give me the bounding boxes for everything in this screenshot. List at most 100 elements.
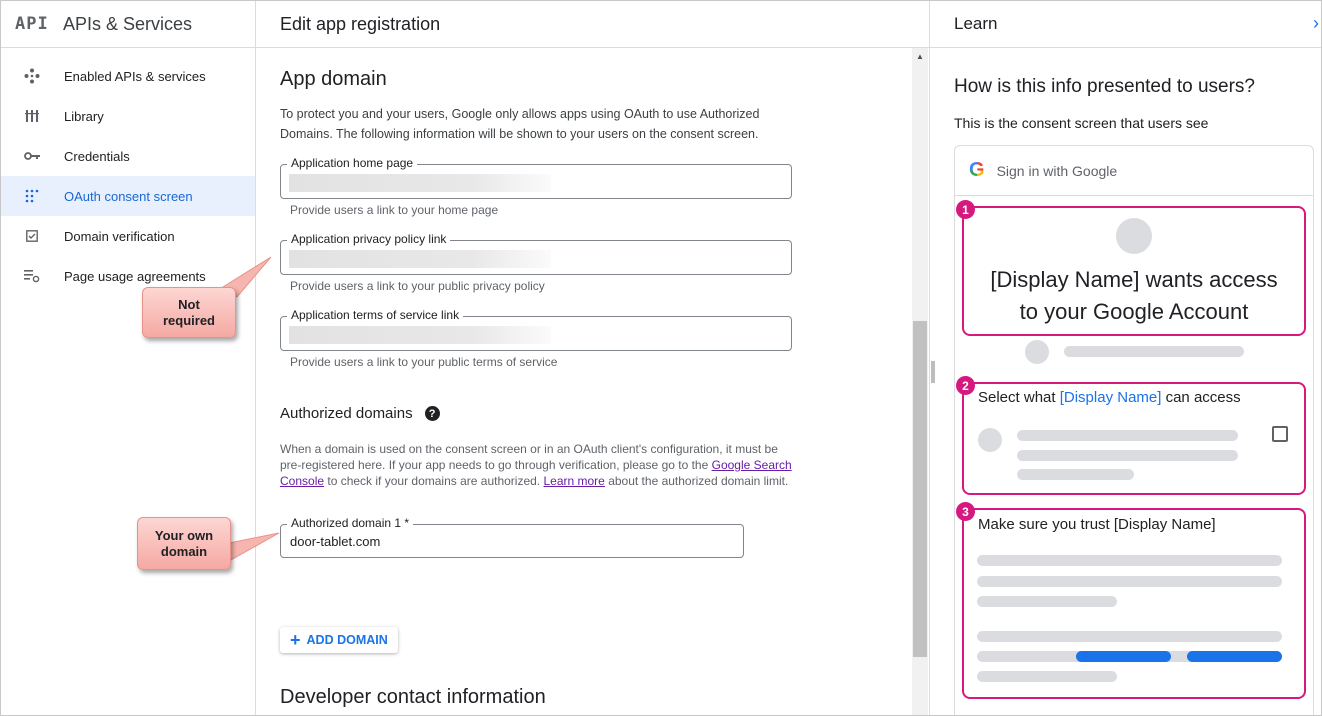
page-title: Edit app registration [256, 1, 929, 48]
app-domain-description: To protect you and your users, Google on… [280, 107, 760, 141]
privacy-policy-field[interactable]: Application privacy policy link [280, 232, 792, 275]
learn-more-link[interactable]: Learn more [543, 474, 604, 488]
placeholder-line [1017, 469, 1134, 480]
step-badge: 1 [956, 200, 975, 219]
box2-accent: [Display Name] [1059, 389, 1162, 406]
sidebar-item-domain-verification[interactable]: Domain verification [1, 216, 255, 256]
box1-heading: [Display Name] wants access to your Goog… [964, 264, 1304, 328]
diamond-dots-icon [23, 67, 41, 85]
terms-of-service-field[interactable]: Application terms of service link [280, 308, 792, 351]
sidebar-item-label: Enabled APIs & services [64, 68, 206, 84]
learn-title: Learn [954, 14, 998, 33]
authorized-domain-1-field[interactable]: Authorized domain 1 * door-tablet.com [280, 516, 744, 558]
learn-panel-header: Learn › [930, 1, 1321, 48]
step-badge: 2 [956, 376, 975, 395]
preview-box-3: 3 Make sure you trust [Display Name] [956, 502, 1306, 699]
redacted-value [289, 250, 551, 268]
sidebar-header: API APIs & Services [1, 1, 255, 48]
placeholder-button [1187, 651, 1282, 662]
consent-screen-preview: G Sign in with Google 1 [Display Name] w… [954, 145, 1314, 715]
auth-desc-text: When a domain is used on the consent scr… [280, 442, 778, 472]
checkbox-icon [1272, 426, 1288, 442]
home-page-label: Application home page [287, 156, 418, 170]
preview-box-1: 1 [Display Name] wants access to your Go… [956, 200, 1306, 336]
developer-contact-heading: Developer contact information [280, 686, 546, 708]
sidebar-item-label: OAuth consent screen [64, 188, 193, 204]
placeholder-line [977, 576, 1282, 587]
avatar [978, 428, 1002, 452]
google-logo-icon: G [969, 159, 985, 181]
redacted-value [289, 174, 551, 192]
placeholder-line [1064, 346, 1244, 357]
placeholder-line [977, 671, 1117, 682]
authorized-domain-1-label: Authorized domain 1 * [287, 516, 414, 530]
main-pane: Edit app registration App domain To prot… [256, 1, 929, 715]
sign-in-text: Sign in with Google [996, 162, 1118, 179]
placeholder-line [977, 596, 1117, 607]
box2-text: can access [1161, 389, 1241, 406]
sidebar-item-label: Page usage agreements [64, 268, 206, 284]
add-domain-label: ADD DOMAIN [306, 633, 388, 647]
dot-grid-icon [23, 187, 41, 205]
box3-heading: Make sure you trust [Display Name] [978, 516, 1216, 533]
sidebar-item-label: Credentials [64, 148, 130, 164]
sidebar-item-credentials[interactable]: Credentials [1, 136, 255, 176]
callout-text: Not [178, 296, 200, 312]
placeholder-line [1017, 430, 1238, 441]
box1-line: [Display Name] wants access [990, 267, 1278, 292]
plus-icon: + [290, 629, 301, 650]
chevron-right-icon[interactable]: › [1313, 13, 1319, 34]
learn-subtitle: This is the consent screen that users se… [954, 115, 1209, 131]
callout-text: required [162, 312, 215, 328]
box2-heading: Select what [Display Name] can access [978, 389, 1241, 406]
sidebar-title[interactable]: APIs & Services [63, 14, 192, 35]
add-domain-button[interactable]: + ADD DOMAIN [280, 627, 398, 653]
list-settings-icon [23, 267, 41, 285]
sidebar-item-label: Domain verification [64, 228, 175, 244]
avatar [1116, 218, 1152, 254]
authorized-domain-1-value: door-tablet.com [290, 534, 381, 549]
box1-line: to your Google Account [1019, 299, 1249, 324]
placeholder-line [1017, 450, 1238, 461]
checkbox-icon [23, 227, 41, 245]
library-icon [23, 107, 41, 125]
help-icon[interactable]: ? [424, 406, 440, 421]
terms-of-service-hint: Provide users a link to your public term… [290, 355, 558, 369]
sign-in-bar: G Sign in with Google [955, 146, 1313, 196]
placeholder-button [1076, 651, 1171, 662]
avatar [1025, 340, 1049, 364]
authorized-domains-heading: Authorized domains ? [280, 405, 440, 422]
sidebar: API APIs & Services Enabled APIs & servi… [1, 1, 256, 715]
step-badge: 3 [956, 502, 975, 521]
auth-desc-text: to check if your domains are authorized. [324, 474, 544, 488]
window: API APIs & Services Enabled APIs & servi… [0, 0, 1322, 716]
api-logo: API [15, 14, 49, 34]
preview-box-2: 2 Select what [Display Name] can access [956, 376, 1306, 495]
box2-text: Select what [978, 389, 1060, 406]
sidebar-item-library[interactable]: Library [1, 96, 255, 136]
sidebar-item-oauth-consent[interactable]: OAuth consent screen [1, 176, 255, 216]
home-page-hint: Provide users a link to your home page [290, 203, 499, 217]
authorized-domains-title: Authorized domains [280, 405, 413, 422]
app-domain-heading: App domain [280, 68, 387, 90]
placeholder-line [977, 631, 1282, 642]
scrollbar[interactable]: ▲ [912, 48, 928, 715]
privacy-policy-label: Application privacy policy link [287, 232, 451, 246]
scroll-up-arrow-icon[interactable]: ▲ [912, 52, 928, 61]
learn-question: How is this info presented to users? [954, 76, 1255, 97]
key-icon [23, 147, 41, 165]
scrollbar-thumb[interactable] [913, 321, 927, 657]
home-page-field[interactable]: Application home page [280, 156, 792, 199]
sidebar-item-enabled-apis[interactable]: Enabled APIs & services [1, 56, 255, 96]
authorized-domains-description: When a domain is used on the consent scr… [280, 441, 796, 489]
sidebar-item-label: Library [64, 108, 104, 124]
terms-of-service-label: Application terms of service link [287, 308, 464, 322]
resize-handle[interactable] [931, 361, 935, 383]
privacy-policy-hint: Provide users a link to your public priv… [290, 279, 545, 293]
auth-desc-text: about the authorized domain limit. [604, 474, 789, 488]
own-domain-callout: Your own domain [137, 517, 231, 570]
callout-text: Your own [154, 527, 214, 543]
redacted-value [289, 326, 551, 344]
callout-text: domain [160, 543, 208, 559]
placeholder-line [977, 555, 1282, 566]
